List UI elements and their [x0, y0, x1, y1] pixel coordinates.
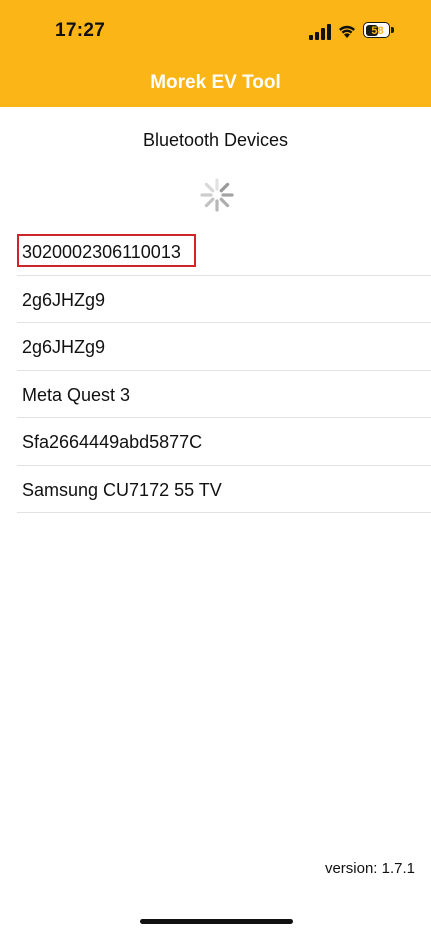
- spinner-spoke: [219, 182, 230, 193]
- app-header: 17:27 58 Morek EV Tool: [0, 0, 431, 107]
- cellular-signal-icon: [309, 24, 331, 40]
- spinner-spoke: [204, 197, 215, 208]
- status-time: 17:27: [55, 20, 106, 41]
- battery-level-text: 58: [371, 25, 384, 37]
- battery-icon: 58: [363, 22, 396, 40]
- home-indicator[interactable]: [140, 919, 293, 924]
- spinner-spoke: [219, 197, 230, 208]
- device-name: 2g6JHZg9: [22, 337, 106, 357]
- device-name: Meta Quest 3: [22, 384, 131, 405]
- device-name: Sfa2664449abd5877C: [22, 432, 203, 452]
- device-name: 3020002306110013: [22, 242, 181, 262]
- version-label: version: 1.7.1: [324, 860, 415, 877]
- device-list-item[interactable]: Meta Quest 3: [17, 371, 431, 418]
- device-list-item[interactable]: 3020002306110013: [17, 228, 431, 276]
- device-list-item[interactable]: 2g6JHZg9: [17, 323, 431, 371]
- device-list-item[interactable]: 2g6JHZg9: [17, 276, 431, 323]
- device-list-item[interactable]: Sfa2664449abd5877C: [17, 418, 431, 466]
- wifi-icon: [339, 25, 355, 38]
- device-name: Samsung CU7172 55 TV: [22, 479, 222, 500]
- device-list-item[interactable]: Samsung CU7172 55 TV: [17, 466, 431, 513]
- device-name: 2g6JHZg9: [22, 289, 106, 310]
- spinner-spoke: [204, 182, 215, 193]
- section-title: Bluetooth Devices: [142, 130, 289, 150]
- app-title: Morek EV Tool: [150, 72, 281, 93]
- spinner-icon: [200, 178, 234, 212]
- app-screen: 17:27 58 Morek EV Tool Bluetooth Devices…: [0, 0, 431, 934]
- device-list: 3020002306110013 2g6JHZg9 2g6JHZg9 Meta Que…: [17, 228, 431, 513]
